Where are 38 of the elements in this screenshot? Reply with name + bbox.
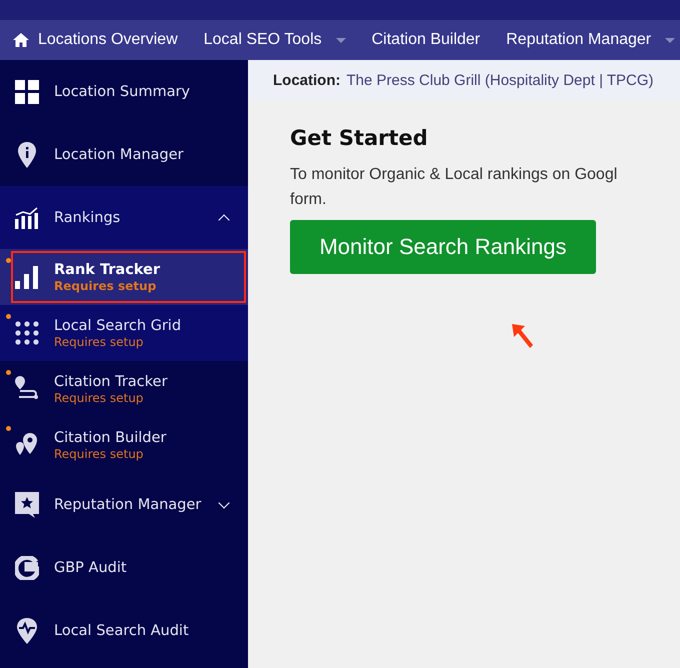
sidebar-subitem[interactable]: Local Search Grid Requires setup — [0, 305, 248, 361]
monitor-button[interactable]: Monitor Search Rankings — [290, 220, 596, 274]
item-label: Local Search Grid — [54, 318, 182, 334]
item-label: Citation Tracker — [54, 374, 168, 390]
sidebar-item[interactable]: Location Manager — [0, 123, 248, 186]
sidebar-item[interactable]: Local Search Audit — [0, 599, 248, 662]
route-icon — [15, 376, 39, 402]
dot-grid-icon — [15, 321, 39, 345]
grid-icon — [15, 80, 39, 104]
nav-link[interactable]: Locations Overview — [12, 31, 178, 49]
bar-chart-icon — [15, 265, 39, 289]
review-star-icon — [15, 492, 39, 518]
pulse-pin-icon — [16, 618, 38, 644]
location-pin-icon — [17, 142, 37, 168]
sidebar-item[interactable]: GBP Audit — [0, 536, 248, 599]
sidebar-item[interactable]: Rankings — [0, 186, 248, 249]
page-heading: Get Started — [290, 126, 429, 150]
item-label: Rank Tracker — [54, 262, 160, 278]
sidebar-subitem[interactable]: Citation Builder Requires setup — [0, 417, 248, 473]
nav-link[interactable]: Reputation Manager — [506, 31, 676, 49]
chart-icon — [15, 206, 39, 228]
home-icon — [12, 32, 30, 48]
nav-link[interactable]: Citation Builder — [372, 31, 480, 49]
sidebar-subitem[interactable]: Citation Tracker Requires setup — [0, 361, 248, 417]
location-name: The Press Club Grill (Hospitality Dept | TPCG) — [346, 72, 654, 88]
sidebar-subitem[interactable]: Rank Tracker Requires setup — [0, 249, 248, 305]
item-label: Citation Builder — [54, 430, 166, 446]
location-label: Location: — [273, 72, 340, 88]
nav-link[interactable]: Local SEO Tools — [204, 31, 346, 49]
setup-status: Requires setup — [54, 390, 144, 404]
g-letter-icon — [15, 556, 39, 580]
setup-status: Requires setup — [54, 446, 144, 460]
setup-status: Requires setup — [54, 334, 144, 348]
map-pins-icon — [15, 433, 39, 457]
setup-status: Requires setup — [54, 278, 158, 292]
sidebar-item[interactable]: Location Summary — [0, 60, 248, 123]
sidebar-item[interactable]: Reputation Manager — [0, 473, 248, 536]
intro-text: To monitor Organic & Local rankings on Googl form. — [290, 165, 618, 210]
